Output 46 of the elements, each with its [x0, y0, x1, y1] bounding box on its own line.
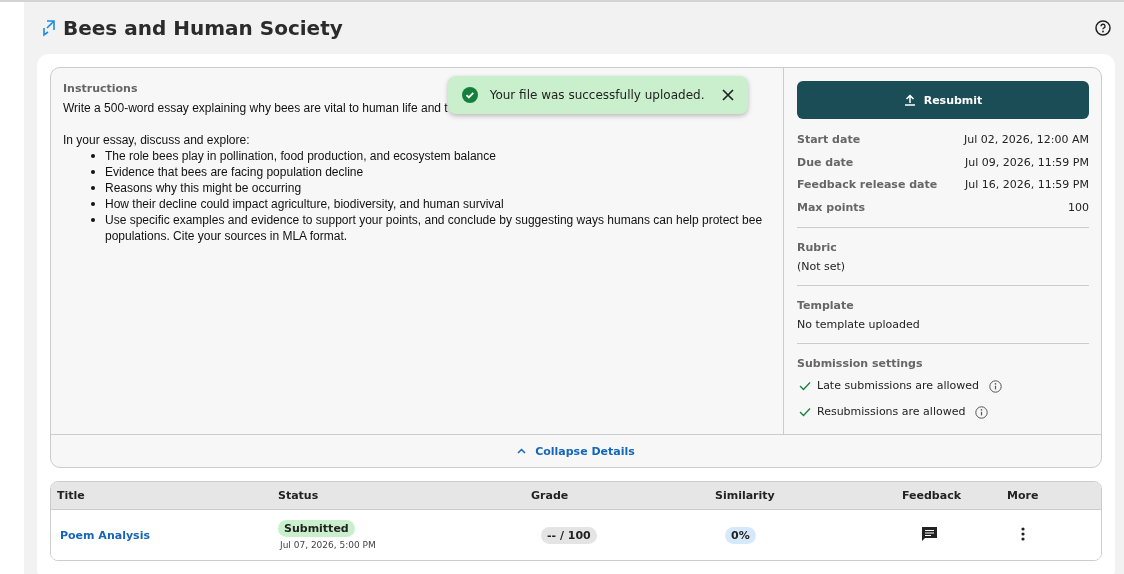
close-icon[interactable]	[722, 89, 735, 101]
date-label: Max points	[797, 199, 866, 216]
column-header: Title	[57, 489, 86, 502]
template-label: Template	[797, 298, 855, 314]
info-icon[interactable]	[975, 405, 989, 419]
grade-badge: -- / 100	[541, 526, 597, 544]
setting-text: Late submissions are allowed	[817, 378, 979, 394]
date-value: Jul 02, 2026, 12:00 AM	[964, 132, 1089, 148]
comment-icon[interactable]	[921, 525, 938, 542]
status-badge: Submitted	[278, 520, 355, 537]
submitted-date: Jul 07, 2026, 5:00 PM	[278, 540, 376, 550]
similarity-badge: 0%	[725, 526, 756, 544]
chevron-up-icon	[517, 448, 527, 454]
date-value: Jul 16, 2026, 11:59 PM	[964, 177, 1089, 193]
template-value: No template uploaded	[797, 317, 921, 333]
date-label: Start date	[797, 132, 861, 148]
date-value: Jul 09, 2026, 11:59 PM	[964, 154, 1089, 171]
bullet-text: Use specific examples and evidence to support your points, and conclude by suggesting ways humans can help protect bee populations. Cite your sources in MLA format.	[105, 212, 764, 244]
bullet-text: Evidence that bees are facing population decline	[105, 164, 364, 180]
collapse-details-button[interactable]: Collapse Details	[513, 442, 639, 460]
rubric-label: Rubric	[797, 240, 838, 256]
info-icon[interactable]	[988, 379, 1002, 393]
date-value: 100	[1068, 199, 1089, 216]
settings-label: Submission settings	[797, 356, 924, 372]
bullet-text: The role bees play in pollination, food production, and ecosystem balance	[105, 148, 496, 164]
resubmit-button[interactable]: Resubmit	[797, 81, 1089, 119]
date-label: Feedback release date	[797, 177, 938, 193]
bullet-text: Reasons why this might be occurring	[105, 180, 302, 196]
page-title: Bees and Human Society	[63, 16, 344, 40]
help-icon[interactable]	[1095, 20, 1111, 36]
column-header: Similarity	[715, 489, 776, 502]
submission-title-link[interactable]: Poem Analysis	[57, 528, 150, 542]
toast-message: Your file was successfully uploaded.	[489, 88, 705, 102]
upload-icon	[903, 94, 916, 106]
more-icon[interactable]	[1021, 526, 1025, 541]
date-label: Due date	[797, 154, 854, 171]
column-header: Status	[278, 489, 320, 502]
rubric-value: (Not set)	[797, 259, 847, 275]
instructions-label: Instructions	[63, 82, 138, 95]
column-header: More	[1007, 489, 1040, 502]
column-header: Feedback	[902, 489, 962, 502]
instructions-text: In your essay, discuss and explore:	[63, 132, 251, 148]
check-circle-icon	[461, 87, 478, 103]
setting-text: Resubmissions are allowed	[817, 404, 966, 420]
column-header: Grade	[531, 489, 570, 502]
bullet-text: How their decline could impact agriculture, biodiversity, and human survival	[105, 196, 504, 212]
